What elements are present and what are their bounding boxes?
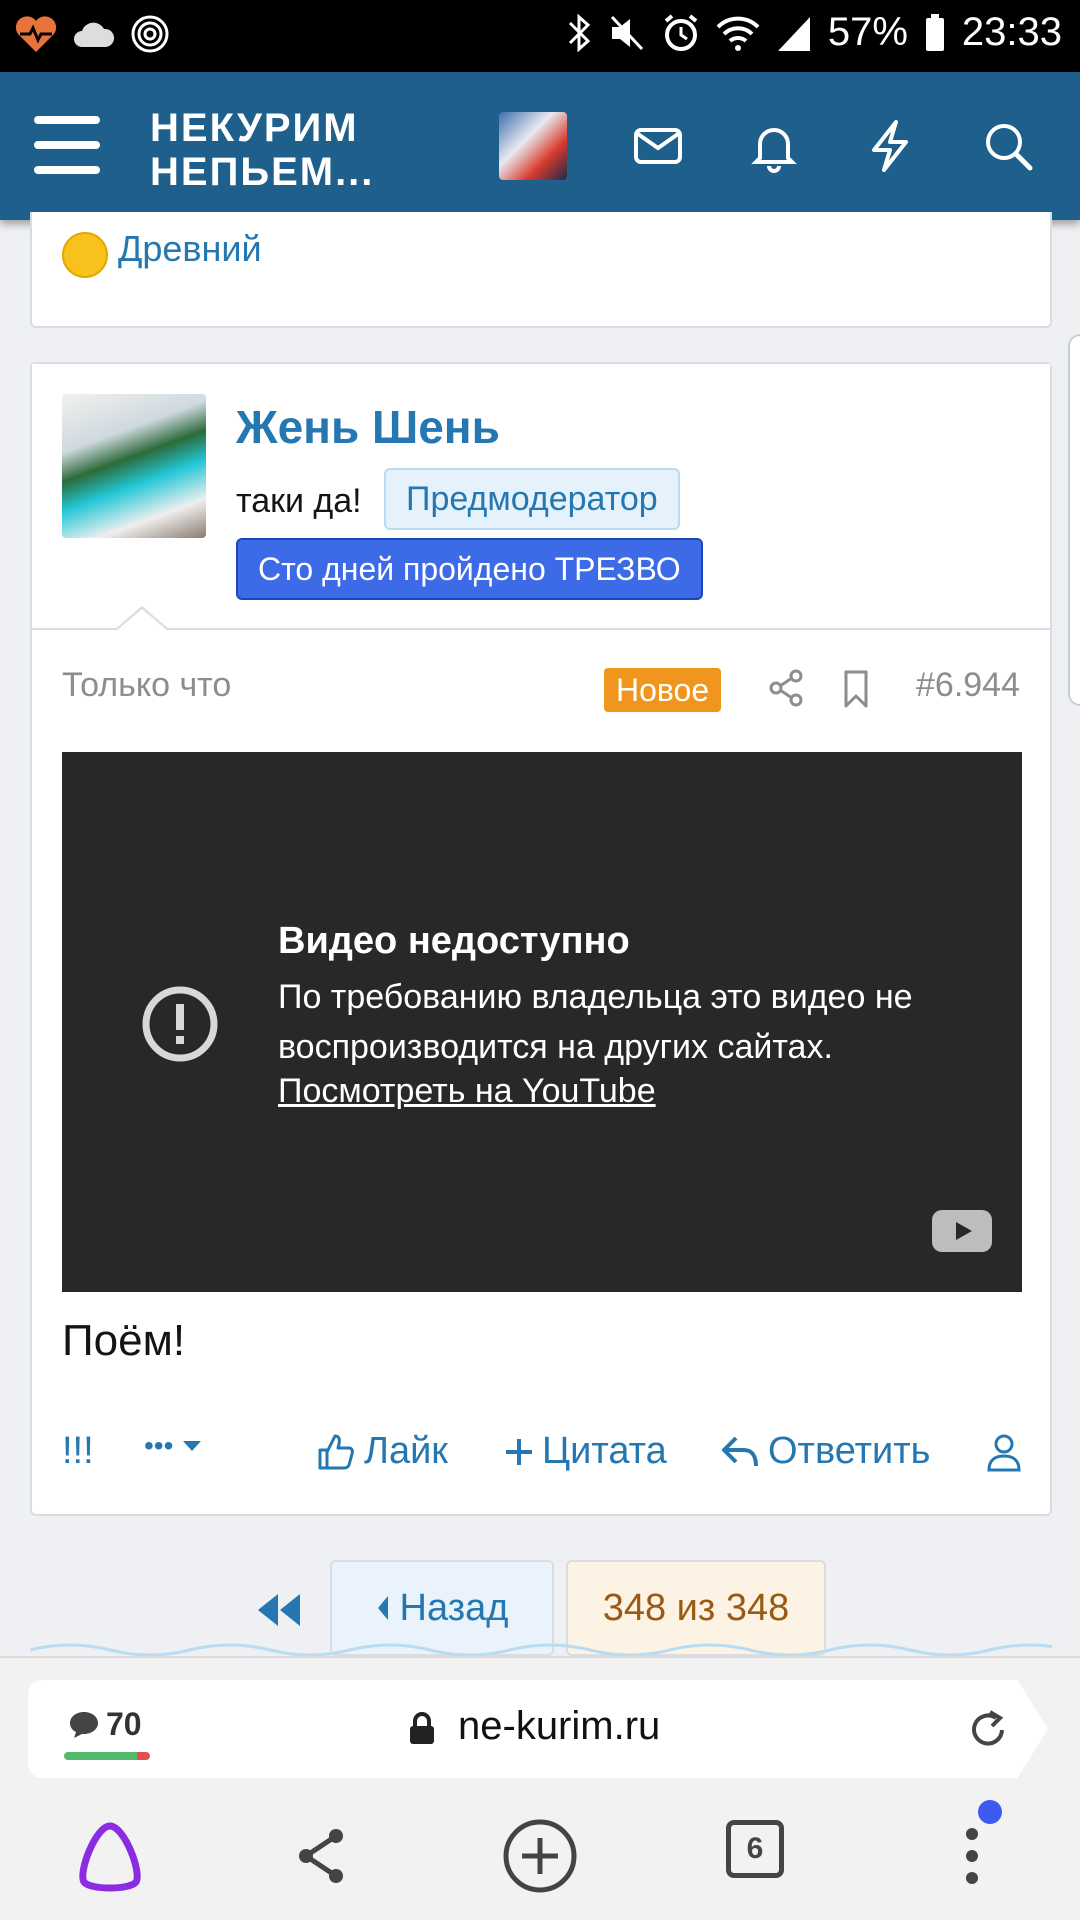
user-avatar[interactable] — [62, 394, 206, 538]
previous-post: Древний — [30, 212, 1052, 328]
share-icon[interactable] — [764, 666, 808, 710]
browser-bar: 70 ne-kurim.ru 6 — [0, 1656, 1080, 1920]
battery-percent: 57% — [827, 10, 908, 54]
report-label: !!! — [62, 1430, 94, 1472]
user-banner-moderator: Предмодератор — [384, 468, 680, 530]
share-icon[interactable] — [282, 1816, 362, 1896]
user-title: таки да! — [236, 482, 362, 520]
laughing-emoji-icon — [62, 232, 108, 278]
bluetooth-icon — [568, 13, 591, 52]
like-button[interactable]: Лайк — [316, 1430, 448, 1473]
back-label: Назад — [399, 1586, 509, 1629]
user-banner-sober: Сто дней пройдено ТРЕЗВО — [236, 538, 703, 600]
heart-pulse-icon — [15, 16, 57, 52]
chat-bubble-icon — [70, 1711, 98, 1738]
fingerprint-icon — [131, 15, 169, 53]
rating-bar — [64, 1752, 150, 1760]
search-icon[interactable] — [980, 118, 1036, 174]
battery-icon — [925, 13, 944, 51]
reply-button[interactable]: Ответить — [720, 1430, 930, 1473]
avatar[interactable] — [499, 112, 567, 180]
quote-button[interactable]: Цитата — [504, 1430, 667, 1473]
username-link[interactable]: Жень Шень — [236, 400, 500, 454]
tabs-button[interactable]: 6 — [726, 1820, 784, 1878]
reply-label: Ответить — [768, 1430, 931, 1472]
alice-assistant-icon[interactable] — [70, 1816, 150, 1896]
post-text: Поём! — [62, 1316, 186, 1365]
address-bar[interactable]: 70 ne-kurim.ru — [28, 1680, 1048, 1778]
post-user-section: Жень Шень таки да! Предмодератор Сто дне… — [32, 364, 1050, 631]
url-text[interactable]: ne-kurim.ru — [458, 1704, 660, 1749]
first-page-icon[interactable] — [254, 1590, 304, 1630]
alarm-icon — [664, 13, 698, 51]
exclamation-icon — [142, 986, 218, 1062]
site-header: НЕКУРИМ НЕПЬЕМ... — [0, 72, 1080, 220]
new-badge: Новое — [604, 668, 722, 712]
logo-line1: НЕКУРИМ — [150, 106, 359, 150]
lightning-icon[interactable] — [862, 118, 918, 174]
video-error-message: По требованию владельца это видео не вос… — [278, 978, 913, 1066]
video-embed[interactable]: Видео недоступно По требованию владельца… — [62, 752, 1022, 1292]
reply-icon — [722, 1436, 758, 1466]
clock: 23:33 — [961, 10, 1062, 54]
more-vertical-icon[interactable] — [932, 1816, 1012, 1896]
watch-on-youtube-link[interactable]: Посмотреть на YouTube — [278, 1072, 656, 1111]
post-number-link[interactable]: #6.944 — [916, 666, 1020, 705]
wifi-icon — [716, 16, 760, 51]
bell-icon[interactable] — [746, 118, 802, 174]
more-button[interactable]: ••• — [144, 1430, 203, 1462]
status-bar: 57% 23:33 — [0, 0, 1080, 72]
bookmark-icon[interactable] — [834, 666, 878, 710]
post-time[interactable]: Только что — [62, 666, 231, 705]
mail-icon[interactable] — [630, 118, 686, 174]
reload-icon[interactable] — [966, 1708, 1010, 1752]
post-actions: !!! ••• Лайк Цитата Ответить — [32, 1420, 1050, 1480]
plus-icon — [506, 1438, 532, 1465]
like-label: Лайк — [364, 1430, 448, 1472]
caret-down-icon — [183, 1441, 202, 1451]
mute-icon — [610, 15, 643, 50]
cloud-icon — [74, 22, 115, 47]
user-icon[interactable] — [986, 1432, 1022, 1472]
menu-icon[interactable] — [34, 116, 100, 176]
site-logo[interactable]: НЕКУРИМ НЕПЬЕМ... — [150, 106, 374, 194]
comments-counter[interactable]: 70 — [68, 1706, 142, 1743]
signal-icon — [777, 16, 810, 51]
side-scroll-tab[interactable] — [1068, 334, 1080, 706]
quote-label: Цитата — [542, 1430, 667, 1472]
lock-icon — [410, 1712, 434, 1744]
caret-left-icon — [377, 1596, 388, 1620]
youtube-icon[interactable] — [932, 1210, 992, 1252]
user-notch — [114, 606, 170, 631]
user-rank-link[interactable]: Древний — [118, 228, 262, 270]
thumbs-up-icon — [318, 1434, 354, 1469]
notification-dot — [978, 1800, 1002, 1824]
new-tab-icon[interactable] — [500, 1816, 580, 1896]
post-card: Жень Шень таки да! Предмодератор Сто дне… — [30, 362, 1052, 1516]
video-error-title: Видео недоступно — [278, 920, 630, 962]
report-button[interactable]: !!! — [62, 1430, 94, 1473]
more-label: ••• — [144, 1430, 174, 1461]
comments-count: 70 — [106, 1706, 142, 1742]
logo-line2: НЕПЬЕМ... — [150, 150, 375, 194]
